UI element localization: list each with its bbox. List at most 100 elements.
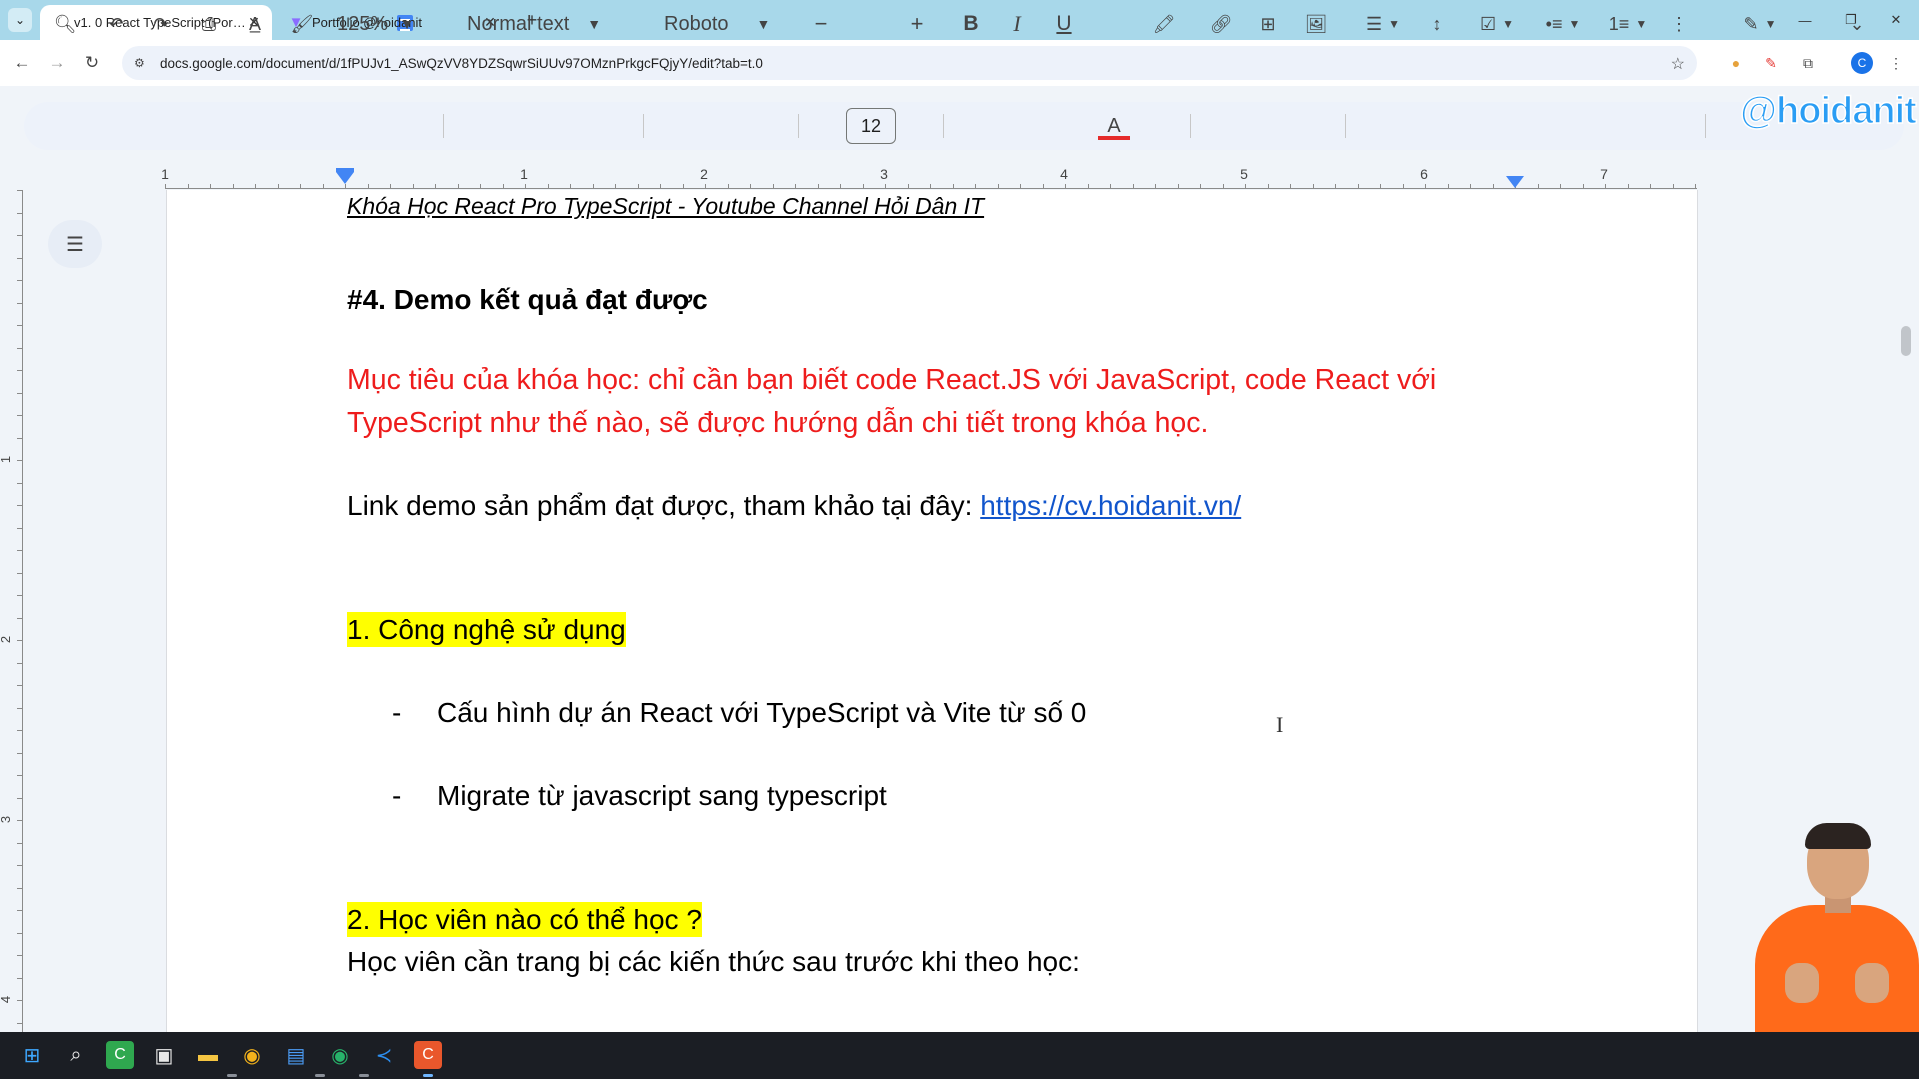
highlight-color-button[interactable]: 🖍︎ (1151, 12, 1177, 36)
camtasia-icon[interactable]: C (106, 1041, 134, 1069)
minus-icon: − (814, 11, 828, 36)
profile-avatar[interactable]: C (1851, 52, 1873, 74)
vertical-ruler-number: 4 (0, 996, 13, 1003)
text-color-swatch (1098, 135, 1130, 140)
bulleted-list-select[interactable]: •≡ ▼ (1538, 12, 1588, 36)
align-select[interactable]: ☰ ▼ (1360, 12, 1406, 36)
chrome-icon[interactable]: ◉ (238, 1041, 266, 1069)
windows-start-icon[interactable]: ⊞ (18, 1041, 46, 1069)
redo-button[interactable]: ↷ (148, 12, 174, 36)
redo-icon: ↷ (153, 13, 169, 34)
more-options-button[interactable]: ⋮ (1666, 12, 1692, 36)
editing-mode-select[interactable]: ✎ ▼ (1735, 12, 1785, 36)
add-comment-button[interactable]: ⊞ (1255, 12, 1281, 36)
forward-button[interactable]: → (45, 51, 69, 75)
text-color-label: A (1107, 114, 1121, 137)
increase-font-size-button[interactable]: + (904, 11, 930, 36)
spellcheck-icon: A̲ (248, 13, 261, 34)
document-outline-button[interactable]: ☰ (48, 220, 102, 268)
back-button[interactable]: ← (10, 51, 34, 75)
decrease-font-size-button[interactable]: − (808, 11, 834, 36)
numbered-list-select[interactable]: 1≡ ▼ (1603, 12, 1653, 36)
highlighter-icon: 🖍︎ (1152, 13, 1176, 34)
search-icon[interactable]: ⌕ (62, 1041, 90, 1069)
list-icon: ☰ (66, 233, 84, 256)
font-family-select[interactable]: Roboto ▼ (664, 12, 784, 36)
recorder-icon[interactable]: C (414, 1041, 442, 1069)
ruler-number: 1 (520, 166, 528, 182)
italic-button[interactable]: I (1004, 11, 1030, 36)
bold-button[interactable]: B (958, 12, 984, 36)
image-icon: 🖼︎ (1304, 13, 1328, 34)
line-spacing-icon: ↕ (1432, 13, 1442, 34)
bookmark-star-icon[interactable]: ☆ (1671, 54, 1685, 74)
text-color-button[interactable]: A (1097, 114, 1131, 142)
ruler-number: 2 (700, 166, 708, 182)
text-cursor-icon: I (1276, 712, 1284, 737)
insert-link-button[interactable]: 🔗︎ (1208, 12, 1234, 36)
right-indent-handle[interactable] (1506, 176, 1524, 188)
zoom-select[interactable]: 125% ▼ (337, 12, 427, 36)
pencil-icon: ✎ (1743, 13, 1759, 34)
caret-down-icon: ▼ (1502, 17, 1515, 31)
print-button[interactable]: ⎙ (196, 12, 222, 36)
tab-search-menu-button[interactable]: ⌄ (8, 8, 32, 32)
pen-extension-icon[interactable]: ✎ (1760, 52, 1782, 74)
reload-icon: ↻ (84, 53, 100, 72)
horizontal-ruler[interactable]: 1 1 2 3 4 5 6 7 (0, 160, 1919, 190)
left-indent-handle[interactable] (336, 172, 354, 184)
style-value: Normal text (467, 12, 570, 35)
minimize-button[interactable]: — (1782, 8, 1828, 32)
site-info-icon[interactable]: ⚙ (134, 56, 150, 70)
goal-text-line-2: TypeScript như thế nào, sẽ được hướng dẫ… (347, 407, 1209, 439)
checklist-select[interactable]: ☑ ▼ (1472, 12, 1522, 36)
paragraph-style-select[interactable]: Normal text ▼ (467, 12, 627, 36)
ruler-number: 5 (1240, 166, 1248, 182)
spellcheck-button[interactable]: A̲ (242, 12, 268, 36)
vscode-icon[interactable]: ≺ (370, 1041, 398, 1069)
font-size-input[interactable]: 12 (846, 108, 896, 144)
chevron-down-icon: ⌄ (14, 13, 26, 27)
search-menus-button[interactable]: 🔍︎ (52, 12, 78, 36)
ruler-number: 6 (1420, 166, 1428, 182)
section-heading: #4. Demo kết quả đạt được (347, 284, 708, 315)
demo-link[interactable]: https://cv.hoidanit.vn/ (980, 490, 1241, 521)
more-vert-icon[interactable]: ⋮ (1885, 52, 1907, 74)
extension-icon[interactable]: ● (1725, 52, 1747, 74)
reload-button[interactable]: ↻ (80, 51, 104, 75)
vertical-ruler[interactable]: 1 2 3 4 (0, 190, 28, 1032)
collapse-menus-button[interactable]: ⌄ (1844, 12, 1870, 36)
file-explorer-icon[interactable]: ▬ (194, 1041, 222, 1069)
font-value: Roboto (664, 12, 729, 35)
vertical-scrollbar[interactable] (1901, 326, 1911, 356)
caret-down-icon: ▼ (1635, 17, 1648, 31)
url-text: docs.google.com/document/d/1fPUJv1_ASwQz… (160, 55, 763, 71)
notepad-icon[interactable]: ▤ (282, 1041, 310, 1069)
chrome-profile-icon[interactable]: ◉ (326, 1041, 354, 1069)
demo-link-paragraph: Link demo sản phẩm đạt được, tham khảo t… (347, 490, 1241, 522)
insert-image-button[interactable]: 🖼︎ (1303, 12, 1329, 36)
task-view-icon[interactable]: ▣ (150, 1041, 178, 1069)
undo-icon: ↶ (108, 13, 124, 34)
caret-down-icon: ▼ (1388, 17, 1401, 31)
ruler-number: 7 (1600, 166, 1608, 182)
address-bar-row: ← → ↻ ⚙ docs.google.com/document/d/1fPUJ… (0, 40, 1919, 86)
print-icon: ⎙ (201, 13, 217, 34)
underline-button[interactable]: U (1051, 12, 1077, 36)
bulleted-list-icon: •≡ (1545, 13, 1563, 34)
undo-button[interactable]: ↶ (103, 12, 129, 36)
bullet-item: Cấu hình dự án React với TypeScript và V… (437, 697, 1087, 728)
caret-down-icon: ▼ (400, 16, 415, 32)
paint-format-button[interactable]: 🖌︎ (289, 12, 315, 36)
chevron-down-icon: ⌄ (1849, 13, 1865, 34)
paint-format-icon: 🖌︎ (290, 13, 314, 34)
close-window-button[interactable]: ✕ (1873, 8, 1919, 32)
goal-text-line-1: Mục tiêu của khóa học: chỉ cần bạn biết … (347, 364, 1437, 396)
section-2-heading: 2. Học viên nào có thể học ? (347, 902, 702, 937)
channel-watermark: @hoidanit (1739, 89, 1917, 133)
section-2-text: 2. Học viên nào có thể học ? (347, 902, 702, 937)
close-icon: ✕ (1890, 12, 1902, 27)
line-spacing-button[interactable]: ↕ (1424, 12, 1450, 36)
url-input[interactable]: ⚙ docs.google.com/document/d/1fPUJv1_ASw… (122, 46, 1697, 80)
extensions-puzzle-icon[interactable]: ⧉ (1797, 52, 1819, 74)
